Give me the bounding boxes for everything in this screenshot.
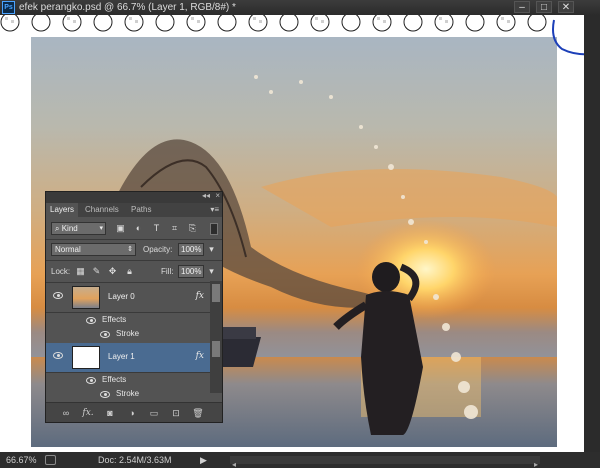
effects-row[interactable]: Effects xyxy=(46,314,210,328)
effects-row[interactable]: Effects xyxy=(46,374,210,388)
effects-label: Effects xyxy=(102,375,127,384)
pixel-filter-icon[interactable]: ▣ xyxy=(115,223,126,234)
filter-kind-select[interactable]: ⌕ Kind ▾ xyxy=(51,222,106,235)
divider xyxy=(46,239,222,240)
mask-icon[interactable]: ◙ xyxy=(104,407,116,419)
photoshop-icon: Ps xyxy=(2,1,15,14)
restore-button[interactable]: □ xyxy=(536,1,552,13)
scrollbar-thumb[interactable] xyxy=(212,341,220,357)
window-titlebar: Ps efek perangko.psd @ 66.7% (Layer 1, R… xyxy=(0,0,600,15)
blend-row: Normal ⇕ Opacity: 100% ▾ xyxy=(46,242,222,258)
smart-object-filter-icon[interactable]: ⎘ xyxy=(187,223,198,234)
lock-image-icon[interactable]: ✎ xyxy=(91,266,102,277)
status-menu-arrow[interactable]: ▶ xyxy=(200,452,207,468)
chevron-down-icon: ⇕ xyxy=(127,246,133,253)
horizontal-scrollbar[interactable]: ◂ ▸ xyxy=(230,456,540,468)
blend-mode-value: Normal xyxy=(55,245,81,254)
stamp-perforation-border xyxy=(0,15,547,32)
panel-dock-edge xyxy=(584,15,600,452)
scroll-left-icon[interactable]: ◂ xyxy=(232,457,236,468)
opacity-label: Opacity: xyxy=(143,245,173,254)
panel-header[interactable]: ◂◂ × xyxy=(46,191,222,203)
adjustment-icon[interactable]: ◑ xyxy=(126,407,138,419)
adjustment-filter-icon[interactable]: ◐ xyxy=(133,223,144,234)
blend-mode-select[interactable]: Normal ⇕ xyxy=(51,243,136,256)
proof-settings-icon[interactable] xyxy=(45,455,56,465)
fill-input[interactable]: 100% xyxy=(178,265,204,278)
effects-eye-icon[interactable] xyxy=(86,317,96,324)
new-layer-icon[interactable]: ⊡ xyxy=(170,407,182,419)
effects-eye-icon[interactable] xyxy=(86,377,96,384)
trash-icon[interactable]: 🗑︎ xyxy=(192,407,204,419)
layer-row-layer-1[interactable]: Layer 1 fx xyxy=(46,343,210,373)
layer-name: Layer 0 xyxy=(108,292,135,301)
group-folder-icon[interactable]: ▭ xyxy=(148,407,160,419)
filter-row: ⌕ Kind ▾ ▣ ◐ T ⌗ ⎘ xyxy=(46,221,222,237)
stroke-effect-row[interactable]: Stroke xyxy=(46,388,210,402)
opacity-input[interactable]: 100% xyxy=(178,243,204,256)
tab-layers[interactable]: Layers xyxy=(46,203,79,217)
lock-all-icon[interactable]: 🔒︎ xyxy=(124,266,135,277)
scrollbar-thumb[interactable] xyxy=(212,284,220,302)
shape-filter-icon[interactable]: ⌗ xyxy=(169,223,180,234)
type-filter-icon[interactable]: T xyxy=(151,223,162,234)
effects-fx-icon[interactable]: fx xyxy=(196,351,204,361)
tab-paths[interactable]: Paths xyxy=(127,203,155,217)
stroke-label: Stroke xyxy=(116,389,140,398)
status-bar: 66.67% Doc: 2.54M/3.63M ▶ ◂ ▸ xyxy=(0,452,600,468)
chevron-down-icon: ▾ xyxy=(99,225,103,232)
effects-fx-icon[interactable]: fx xyxy=(196,291,204,301)
tab-channels[interactable]: Channels xyxy=(81,203,123,217)
stroke-eye-icon[interactable] xyxy=(100,331,110,338)
collapse-panel-icon[interactable]: ◂◂ xyxy=(202,191,210,200)
layer-row-layer-0[interactable]: Layer 0 fx xyxy=(46,283,210,313)
stroke-label: Stroke xyxy=(116,329,140,338)
stroke-effect-row[interactable]: Stroke xyxy=(46,328,210,342)
document-size: Doc: 2.54M/3.63M xyxy=(98,455,172,465)
fill-label: Fill: xyxy=(161,267,174,276)
lock-row: Lock: ▦ ✎ ✥ 🔒︎ Fill: 100% ▾ xyxy=(46,264,222,280)
scroll-right-icon[interactable]: ▸ xyxy=(534,457,538,468)
divider xyxy=(46,260,222,261)
lock-position-icon[interactable]: ✥ xyxy=(107,266,118,277)
close-button[interactable]: ✕ xyxy=(558,1,574,13)
document-title: efek perangko.psd @ 66.7% (Layer 1, RGB/… xyxy=(19,2,236,13)
effects-label: Effects xyxy=(102,315,127,324)
link-icon[interactable]: ∞ xyxy=(60,407,72,419)
visibility-eye-icon[interactable] xyxy=(53,292,63,299)
search-icon: ⌕ xyxy=(55,224,62,233)
stroke-eye-icon[interactable] xyxy=(100,391,110,398)
minimize-button[interactable]: – xyxy=(514,1,530,13)
lock-transparent-icon[interactable]: ▦ xyxy=(75,266,86,277)
panel-bottom-toolbar: ∞ fx. ◙ ◑ ▭ ⊡ 🗑︎ xyxy=(46,402,222,422)
lock-label: Lock: xyxy=(51,267,71,276)
close-panel-icon[interactable]: × xyxy=(215,191,220,200)
panel-tabs: Layers Channels Paths ▾≡ xyxy=(46,203,222,217)
visibility-eye-icon[interactable] xyxy=(53,352,63,359)
layer-thumbnail xyxy=(72,346,100,369)
zoom-level[interactable]: 66.67% xyxy=(6,452,37,468)
filter-kind-label: Kind xyxy=(61,224,78,233)
opacity-dropdown-icon[interactable]: ▾ xyxy=(206,244,217,255)
filter-toggle[interactable] xyxy=(210,223,218,235)
fill-dropdown-icon[interactable]: ▾ xyxy=(206,266,217,277)
layer-thumbnail xyxy=(72,286,100,309)
layers-scrollbar[interactable] xyxy=(210,281,222,393)
fx-icon[interactable]: fx. xyxy=(82,407,94,419)
layers-panel: ◂◂ × Layers Channels Paths ▾≡ ⌕ Kind ▾ ▣… xyxy=(45,191,223,423)
layer-name: Layer 1 xyxy=(108,352,135,361)
panel-menu-icon[interactable]: ▾≡ xyxy=(210,203,219,217)
